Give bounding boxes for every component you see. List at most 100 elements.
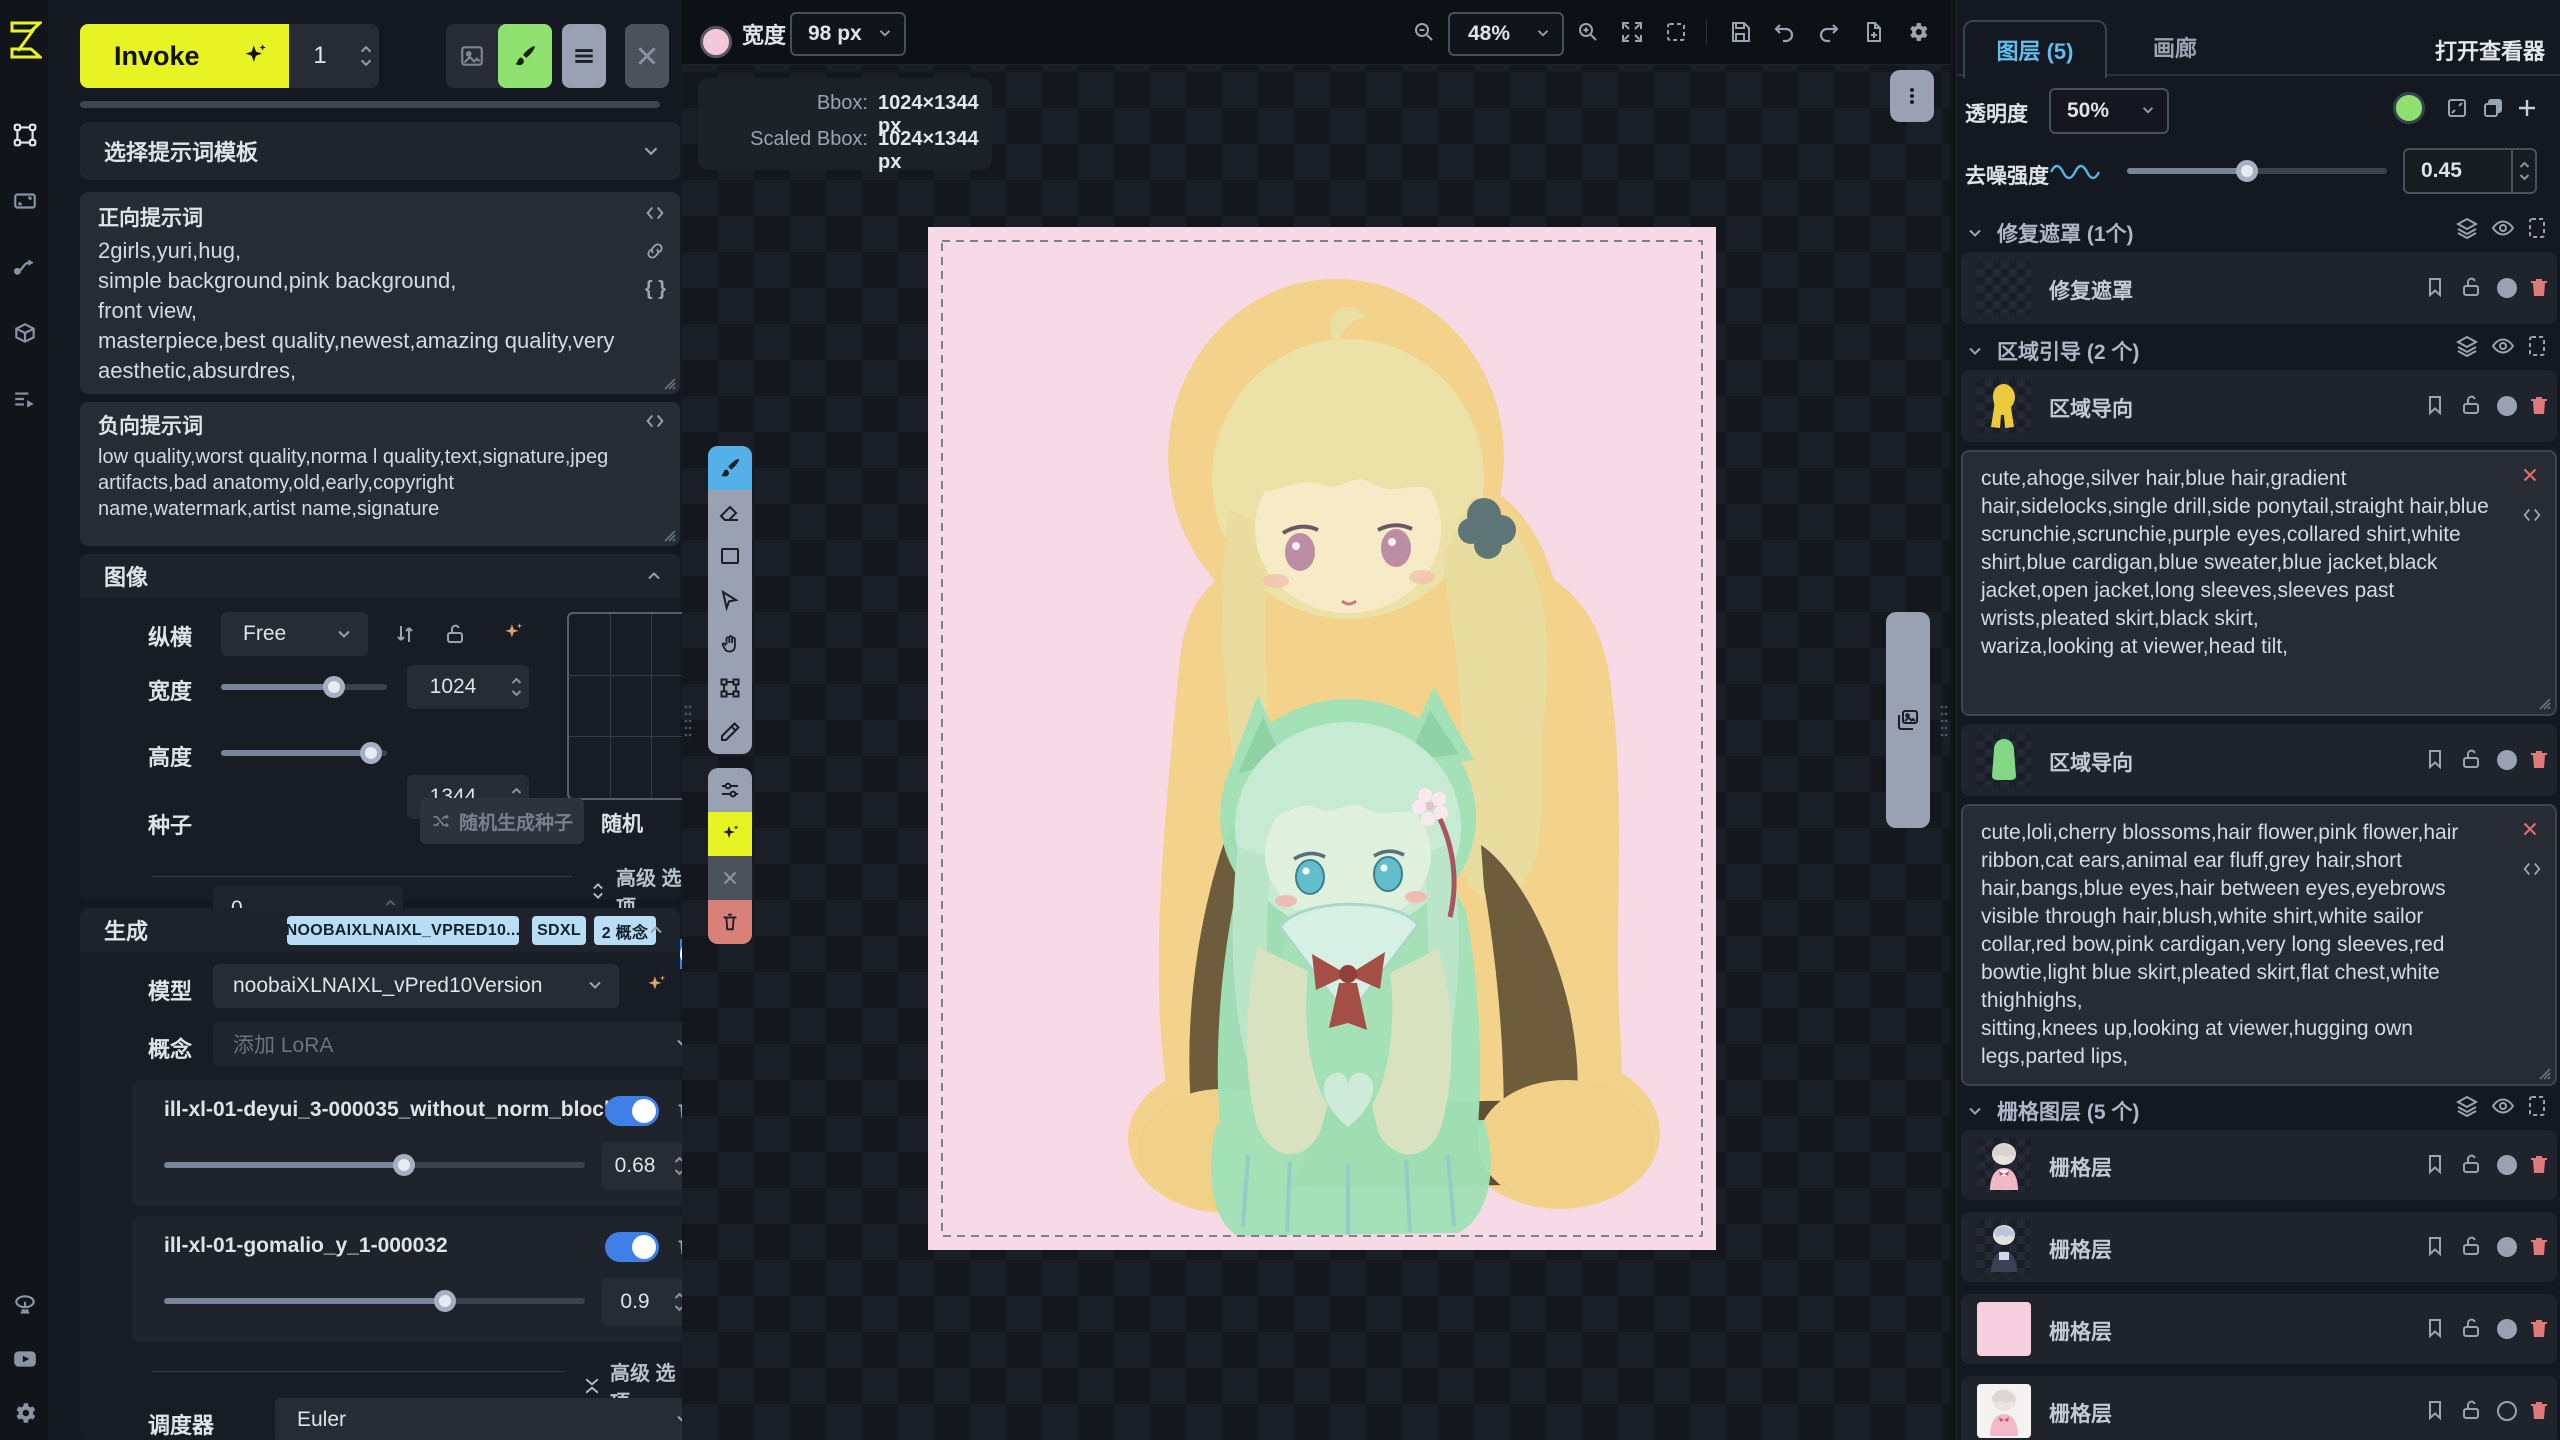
layer-name[interactable]: 栅格层	[2049, 1398, 2112, 1428]
open-viewer-link[interactable]: 打开查看器	[2435, 34, 2545, 66]
resize-handle-icon[interactable]	[660, 526, 676, 542]
chevron-up-icon[interactable]	[644, 566, 664, 586]
model-select[interactable]: noobaiXLNAIXL_vPred10Version	[213, 964, 619, 1008]
positive-prompt-box[interactable]: 正向提示词 { } 2girls,yuri,hug, simple backgr…	[80, 192, 680, 394]
lock-open-icon[interactable]	[2459, 1152, 2483, 1176]
cancel-queue-button[interactable]	[625, 24, 669, 88]
sidebar-item-settings[interactable]	[12, 1400, 38, 1426]
bookmark-icon[interactable]	[2423, 393, 2447, 417]
fit-layer-icon[interactable]	[2445, 96, 2469, 120]
panel-scrollbar[interactable]	[80, 101, 660, 108]
trash-icon[interactable]	[2527, 747, 2551, 771]
undo-icon[interactable]	[1772, 20, 1796, 44]
bookmark-icon[interactable]	[2423, 747, 2447, 771]
negative-prompt-box[interactable]: 负向提示词 low quality,worst quality,norma l …	[80, 402, 680, 546]
menu-button[interactable]	[562, 24, 606, 88]
chevron-up-icon[interactable]	[646, 920, 666, 940]
width-stepper[interactable]: 1024	[407, 665, 529, 709]
delete-prompt-icon[interactable]	[2519, 818, 2541, 840]
bookmark-icon[interactable]	[2423, 275, 2447, 299]
lock-open-icon[interactable]	[2459, 1398, 2483, 1422]
bbox-frame-icon[interactable]	[2525, 1094, 2549, 1118]
eye-icon[interactable]	[2491, 1094, 2515, 1118]
layers-stack-icon[interactable]	[2455, 334, 2479, 358]
sidebar-item-resources[interactable]	[12, 1292, 38, 1318]
layer-thumbnail[interactable]	[1977, 1384, 2031, 1438]
layer-row-inpaint[interactable]: 修复遮罩	[1961, 252, 2557, 324]
tool-transform-button[interactable]	[708, 666, 752, 710]
prompt-template-selector[interactable]: 选择提示词模板	[80, 122, 680, 180]
delete-prompt-icon[interactable]	[2519, 464, 2541, 486]
lock-open-icon[interactable]	[2459, 1316, 2483, 1340]
resize-handle-icon[interactable]	[2535, 1064, 2551, 1080]
layer-enabled-indicator[interactable]	[2497, 750, 2517, 770]
layer-color-swatch[interactable]	[2393, 92, 2425, 124]
sidebar-item-workflows[interactable]	[12, 254, 38, 280]
canvas-filter-button[interactable]	[708, 768, 752, 812]
inpaint-group-header[interactable]: 修复遮罩 (1个)	[1965, 218, 2134, 248]
code-icon[interactable]	[2521, 504, 2543, 526]
layer-name[interactable]: 栅格层	[2049, 1152, 2112, 1182]
layer-thumbnail[interactable]	[1977, 379, 2031, 433]
bbox-frame-icon[interactable]	[2525, 216, 2549, 240]
layer-thumbnail[interactable]	[1977, 1220, 2031, 1274]
tool-pan-button[interactable]	[708, 622, 752, 666]
canvas-area[interactable]: 宽度 98 px 48% Bbox: 1024×1344 px Sc	[682, 0, 1950, 1440]
zoom-level-select[interactable]: 48%	[1448, 12, 1564, 56]
layer-row-region-2[interactable]: 区域导向	[1961, 724, 2557, 796]
gallery-mode-button[interactable]	[446, 24, 498, 88]
sidebar-item-models[interactable]	[12, 320, 38, 346]
layers-stack-icon[interactable]	[2455, 1094, 2479, 1118]
lora-weight-slider[interactable]	[164, 1162, 585, 1168]
duplicate-layer-icon[interactable]	[2481, 96, 2505, 120]
layer-name[interactable]: 区域导向	[2049, 393, 2133, 423]
denoise-slider[interactable]	[2127, 168, 2387, 174]
canvas-cancel-button[interactable]	[708, 856, 752, 900]
left-divider-grip[interactable]	[684, 704, 692, 738]
arch-badge[interactable]: SDXL	[532, 916, 586, 945]
queue-count-stepper[interactable]: 1	[289, 24, 379, 88]
layer-enabled-indicator[interactable]	[2497, 1319, 2517, 1339]
bookmark-icon[interactable]	[2423, 1234, 2447, 1258]
right-divider-grip[interactable]	[1940, 704, 1948, 738]
layer-name[interactable]: 栅格层	[2049, 1316, 2112, 1346]
zoom-out-icon[interactable]	[1412, 20, 1436, 44]
lora-weight-stepper[interactable]: 0.68	[602, 1142, 692, 1190]
layer-row-raster[interactable]: 栅格层	[1961, 1376, 2557, 1440]
layer-thumbnail[interactable]	[1977, 1302, 2031, 1356]
fit-bbox-icon[interactable]	[1664, 20, 1688, 44]
layer-name[interactable]: 栅格层	[2049, 1234, 2112, 1264]
canvas-invoke-button[interactable]	[708, 812, 752, 856]
opacity-select[interactable]: 50%	[2049, 88, 2169, 134]
bbox-frame-icon[interactable]	[2525, 334, 2549, 358]
stepper-chevrons-icon[interactable]	[510, 665, 523, 709]
layer-enabled-indicator[interactable]	[2497, 1155, 2517, 1175]
trash-icon[interactable]	[2527, 1316, 2551, 1340]
positive-prompt-text[interactable]: 2girls,yuri,hug, simple background,pink …	[98, 236, 618, 386]
redo-icon[interactable]	[1817, 20, 1841, 44]
trash-icon[interactable]	[2527, 275, 2551, 299]
image-section-header[interactable]: 图像	[80, 554, 680, 598]
aspect-select[interactable]: Free	[221, 612, 368, 656]
trash-icon[interactable]	[2527, 1398, 2551, 1422]
trash-icon[interactable]	[2527, 1152, 2551, 1176]
lock-open-icon[interactable]	[2459, 1234, 2483, 1258]
gallery-panel-toggle[interactable]	[1886, 612, 1930, 828]
layer-row-raster[interactable]: 栅格层	[1961, 1130, 2557, 1200]
sidebar-item-upscaling[interactable]	[12, 188, 38, 214]
region-prompt-textarea-1[interactable]: cute,ahoge,silver hair,blue hair,gradien…	[1961, 450, 2557, 716]
canvas-delete-button[interactable]	[708, 900, 752, 944]
negative-prompt-text[interactable]: low quality,worst quality,norma l qualit…	[98, 444, 643, 522]
lora-weight-slider[interactable]	[164, 1298, 585, 1304]
sidebar-item-canvas[interactable]	[12, 122, 38, 148]
invoke-button[interactable]: Invoke	[80, 24, 289, 88]
height-slider[interactable]	[221, 750, 387, 756]
layer-enabled-indicator[interactable]	[2497, 1237, 2517, 1257]
scheduler-select[interactable]: Euler	[275, 1398, 707, 1440]
layer-row-raster[interactable]: 栅格层	[1961, 1294, 2557, 1364]
stepper-chevrons-icon[interactable]	[359, 24, 373, 88]
lock-open-icon[interactable]	[2459, 393, 2483, 417]
stepper-chevrons-icon[interactable]	[2511, 150, 2531, 192]
tool-colorpicker-button[interactable]	[708, 710, 752, 754]
zoom-in-icon[interactable]	[1576, 20, 1600, 44]
